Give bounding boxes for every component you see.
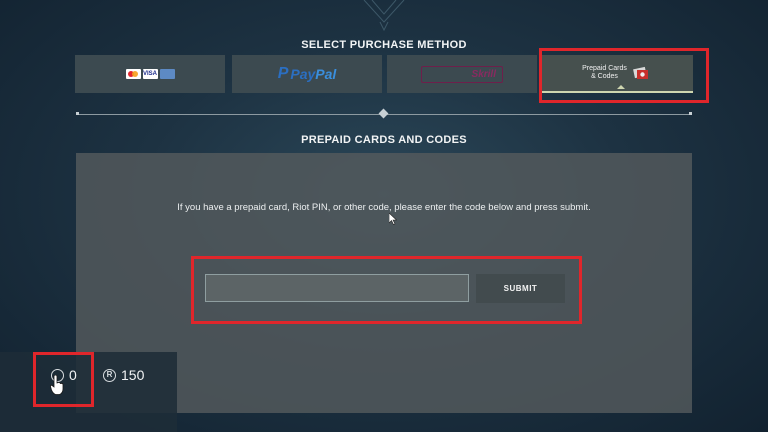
tab-paypal[interactable]: P PayPal xyxy=(232,55,382,93)
paypal-logo-pal: Pal xyxy=(315,66,337,82)
tab-skrill[interactable]: Skrill xyxy=(387,55,537,93)
divider-dot-left xyxy=(76,112,79,115)
divider-dot-right xyxy=(689,112,692,115)
highlight-prepaid-tab xyxy=(539,48,709,103)
prepaid-instructions: If you have a prepaid card, Riot PIN, or… xyxy=(177,202,591,213)
visa-icon: VISA xyxy=(142,69,158,79)
valorant-points-balance: 150 xyxy=(121,367,145,383)
paypal-p-icon: P xyxy=(277,65,289,82)
tab-credit-cards[interactable]: VISA xyxy=(75,55,225,93)
highlight-currency xyxy=(33,352,94,407)
skrill-logo-frame: Skrill xyxy=(421,65,503,83)
valorant-points-icon[interactable]: R xyxy=(103,369,116,382)
top-ornament xyxy=(363,0,405,32)
section-divider xyxy=(76,108,692,119)
prepaid-cards-heading: PREPAID CARDS AND CODES xyxy=(301,134,467,146)
paypal-logo-pay: Pay xyxy=(290,66,316,82)
mastercard-icon xyxy=(125,69,141,79)
paypal-logo: PayPal xyxy=(290,66,336,82)
skrill-logo: Skrill xyxy=(471,68,496,80)
mouse-pointer-icon xyxy=(389,213,397,225)
divider-diamond xyxy=(378,108,389,119)
highlight-code-entry xyxy=(191,256,582,324)
amex-icon xyxy=(159,69,175,79)
